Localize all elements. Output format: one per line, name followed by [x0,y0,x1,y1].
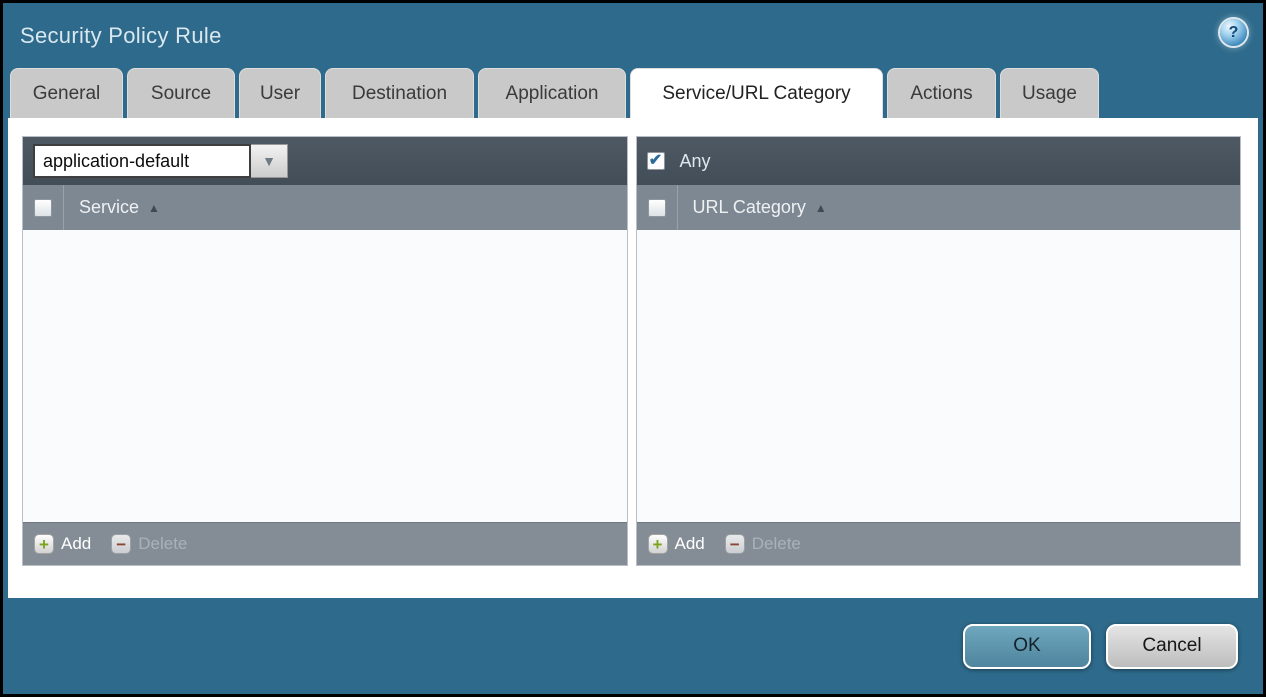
chevron-down-icon: ▼ [262,153,276,169]
service-panel: application-default ▼ Service ▲ + Add [22,136,628,566]
tab-actions[interactable]: Actions [887,68,996,118]
dialog-button-bar: OK Cancel [3,598,1263,694]
url-category-panel: ✔ Any URL Category ▲ + Add − Delete [636,136,1242,566]
service-type-dropdown-button[interactable]: ▼ [251,144,288,178]
tab-service-url-category[interactable]: Service/URL Category [630,68,883,118]
url-category-any-label: Any [680,151,711,172]
url-category-table-body [637,230,1241,522]
delete-minus-icon: − [725,534,745,554]
service-delete-button[interactable]: − Delete [111,534,187,554]
url-category-add-label: Add [675,534,705,554]
service-type-value[interactable]: application-default [33,144,251,178]
service-table-body [23,230,627,522]
service-type-bar: application-default ▼ [23,137,627,185]
url-category-select-all-cell [637,185,678,230]
service-table-header: Service ▲ [23,185,627,230]
service-select-all-checkbox[interactable] [34,199,52,217]
add-plus-icon: + [648,534,668,554]
tab-usage[interactable]: Usage [1000,68,1099,118]
tab-source[interactable]: Source [127,68,235,118]
url-category-table-footer: + Add − Delete [637,522,1241,565]
service-add-label: Add [61,534,91,554]
tab-destination[interactable]: Destination [325,68,474,118]
service-delete-label: Delete [138,534,187,554]
add-plus-icon: + [34,534,54,554]
service-add-button[interactable]: + Add [34,534,91,554]
url-category-column-header[interactable]: URL Category [693,197,806,218]
delete-minus-icon: − [111,534,131,554]
service-type-combobox: application-default ▼ [33,144,288,178]
tab-strip: General Source User Destination Applicat… [3,68,1263,118]
help-icon[interactable]: ? [1220,19,1247,46]
sort-ascending-icon[interactable]: ▲ [148,201,160,215]
url-category-any-checkbox[interactable]: ✔ [647,152,665,170]
url-category-add-button[interactable]: + Add [648,534,705,554]
dialog-title: Security Policy Rule [20,23,222,49]
tab-user[interactable]: User [239,68,321,118]
service-select-all-cell [23,185,64,230]
sort-ascending-icon[interactable]: ▲ [815,201,827,215]
url-category-any-bar: ✔ Any [637,137,1241,185]
security-policy-rule-dialog: Security Policy Rule ? General Source Us… [0,0,1266,697]
tab-general[interactable]: General [10,68,123,118]
title-bar: Security Policy Rule ? [3,3,1263,68]
url-category-delete-label: Delete [752,534,801,554]
service-column-header[interactable]: Service [79,197,139,218]
ok-button[interactable]: OK [963,624,1091,669]
url-category-delete-button[interactable]: − Delete [725,534,801,554]
url-category-select-all-checkbox[interactable] [648,199,666,217]
tab-content: application-default ▼ Service ▲ + Add [8,118,1258,598]
cancel-button[interactable]: Cancel [1106,624,1238,669]
tab-application[interactable]: Application [478,68,626,118]
service-table-footer: + Add − Delete [23,522,627,565]
url-category-table-header: URL Category ▲ [637,185,1241,230]
